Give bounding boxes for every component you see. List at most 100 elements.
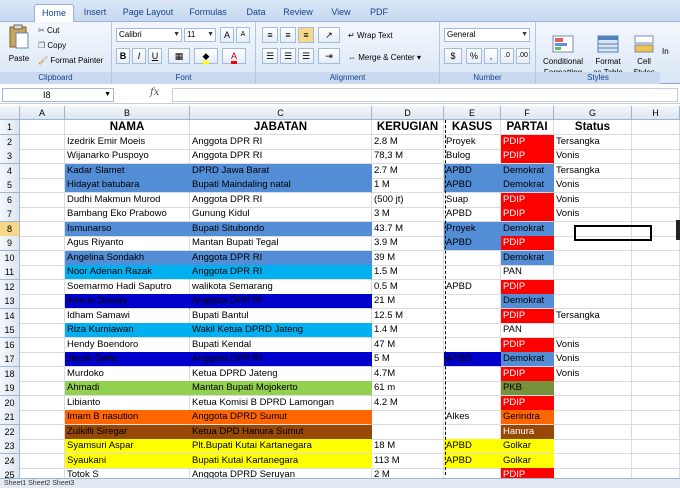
- row-header-8[interactable]: 8: [0, 221, 20, 237]
- font-color-button[interactable]: A: [222, 48, 246, 64]
- cell-d4[interactable]: 2.7 M: [372, 163, 444, 179]
- tab-home[interactable]: Home: [34, 4, 74, 22]
- cell-c4[interactable]: DPRD Jawa Barat: [190, 163, 372, 179]
- cell-g15[interactable]: [554, 323, 632, 338]
- tab-pdf[interactable]: PDF: [364, 4, 394, 22]
- cell-c6[interactable]: Anggota DPR RI: [190, 192, 372, 208]
- row-header-16[interactable]: 16: [0, 337, 20, 353]
- align-center-button[interactable]: ☰: [280, 48, 296, 64]
- col-header-a[interactable]: A: [20, 106, 65, 120]
- cell-c20[interactable]: Ketua Komisi B DPRD Lamongan: [190, 395, 372, 411]
- cell-g22[interactable]: [554, 424, 632, 440]
- cell-f18[interactable]: PDIP: [501, 366, 554, 382]
- cell-c8[interactable]: Bupati Situbondo: [190, 221, 372, 237]
- cell-d2[interactable]: 2.8 M: [372, 134, 444, 150]
- row-header-3[interactable]: 3: [0, 149, 20, 164]
- cell-e15[interactable]: [444, 323, 501, 338]
- cell-d10[interactable]: 39 M: [372, 250, 444, 266]
- cell-e23[interactable]: APBD: [444, 439, 501, 454]
- cell-f19[interactable]: PKB: [501, 381, 554, 396]
- cell-b7[interactable]: Bambang Eko Prabowo: [65, 207, 190, 222]
- cell-b11[interactable]: Noor Adenan Razak: [65, 265, 190, 280]
- cell-e6[interactable]: Suap: [444, 192, 501, 208]
- cell-h15[interactable]: [632, 323, 680, 338]
- copy-button[interactable]: ❐ Copy: [38, 40, 66, 51]
- tab-insert[interactable]: Insert: [78, 4, 112, 22]
- cell-c11[interactable]: Anggota DPR RI: [190, 265, 372, 280]
- cell-h10[interactable]: [632, 250, 680, 266]
- cell-f15[interactable]: PAN: [501, 323, 554, 338]
- cell-g6[interactable]: Vonis: [554, 192, 632, 208]
- cell-a20[interactable]: [20, 395, 65, 411]
- cut-button[interactable]: ✂ Cut: [38, 25, 59, 36]
- align-right-button[interactable]: ☰: [298, 48, 314, 64]
- col-header-b[interactable]: B: [65, 106, 190, 120]
- cell-h13[interactable]: [632, 294, 680, 309]
- cell-a24[interactable]: [20, 453, 65, 469]
- cell-f13[interactable]: Demokrat: [501, 294, 554, 309]
- cell-g16[interactable]: Vonis: [554, 337, 632, 353]
- cell-a4[interactable]: [20, 163, 65, 179]
- cell-c24[interactable]: Bupati Kutai Kartanegara: [190, 453, 372, 469]
- cell-a23[interactable]: [20, 439, 65, 454]
- cell-g12[interactable]: [554, 279, 632, 295]
- bold-button[interactable]: B: [116, 48, 130, 64]
- cell-c21[interactable]: Anggota DPRD Sumut: [190, 410, 372, 425]
- row-header-10[interactable]: 10: [0, 250, 20, 266]
- cell-b20[interactable]: Libianto: [65, 395, 190, 411]
- cell-d7[interactable]: 3 M: [372, 207, 444, 222]
- row-header-6[interactable]: 6: [0, 192, 20, 208]
- cell-g7[interactable]: Vonis: [554, 207, 632, 222]
- cell-a18[interactable]: [20, 366, 65, 382]
- cell-h18[interactable]: [632, 366, 680, 382]
- cell-c10[interactable]: Anggota DPR RI: [190, 250, 372, 266]
- tab-review[interactable]: Review: [278, 4, 318, 22]
- underline-button[interactable]: U: [148, 48, 162, 64]
- cell-g17[interactable]: Vonis: [554, 352, 632, 367]
- align-middle-button[interactable]: ≡: [280, 27, 296, 43]
- merge-center-button[interactable]: ⇔ Merge & Center ▾: [348, 52, 421, 63]
- cell-d20[interactable]: 4.2 M: [372, 395, 444, 411]
- cell-b13[interactable]: Amrun Daulay: [65, 294, 190, 309]
- cell-b4[interactable]: Kadar Slamet: [65, 163, 190, 179]
- cell-h14[interactable]: [632, 308, 680, 324]
- row-header-13[interactable]: 13: [0, 294, 20, 309]
- cell-d16[interactable]: 47 M: [372, 337, 444, 353]
- cell-d13[interactable]: 21 M: [372, 294, 444, 309]
- cell-g3[interactable]: Vonis: [554, 149, 632, 164]
- cell-f7[interactable]: PDIP: [501, 207, 554, 222]
- cell-h5[interactable]: [632, 178, 680, 193]
- cell-e7[interactable]: APBD: [444, 207, 501, 222]
- col-header-e[interactable]: E: [444, 106, 501, 120]
- row-header-23[interactable]: 23: [0, 439, 20, 454]
- cell-b12[interactable]: Soemarmo Hadi Saputro: [65, 279, 190, 295]
- row-header-2[interactable]: 2: [0, 134, 20, 150]
- cell-b24[interactable]: Syaukani: [65, 453, 190, 469]
- name-box[interactable]: I8 ▼: [2, 88, 114, 102]
- cell-a7[interactable]: [20, 207, 65, 222]
- cell-d15[interactable]: 1.4 M: [372, 323, 444, 338]
- cell-d19[interactable]: 61 m: [372, 381, 444, 396]
- row-header-22[interactable]: 22: [0, 424, 20, 440]
- italic-button[interactable]: I: [132, 48, 146, 64]
- cell-a9[interactable]: [20, 236, 65, 251]
- cell-g10[interactable]: [554, 250, 632, 266]
- cell-a6[interactable]: [20, 192, 65, 208]
- cell-d23[interactable]: 18 M: [372, 439, 444, 454]
- cell-h2[interactable]: [632, 134, 680, 150]
- row-header-21[interactable]: 21: [0, 410, 20, 425]
- cell-a15[interactable]: [20, 323, 65, 338]
- col-header-g[interactable]: G: [554, 106, 632, 120]
- select-all-corner[interactable]: [0, 106, 20, 120]
- cell-c9[interactable]: Mantan Bupati Tegal: [190, 236, 372, 251]
- row-header-12[interactable]: 12: [0, 279, 20, 295]
- cell-d1[interactable]: KERUGIAN: [372, 120, 444, 135]
- cell-e24[interactable]: APBD: [444, 453, 501, 469]
- cell-c17[interactable]: Anggota DPR RI: [190, 352, 372, 367]
- row-header-7[interactable]: 7: [0, 207, 20, 222]
- cell-b2[interactable]: Izedrik Emir Moeis: [65, 134, 190, 150]
- cell-c5[interactable]: Bupati Maindaling natal: [190, 178, 372, 193]
- indent-button[interactable]: ⇥: [318, 48, 340, 64]
- formula-input[interactable]: [172, 88, 678, 102]
- cell-d22[interactable]: [372, 424, 444, 440]
